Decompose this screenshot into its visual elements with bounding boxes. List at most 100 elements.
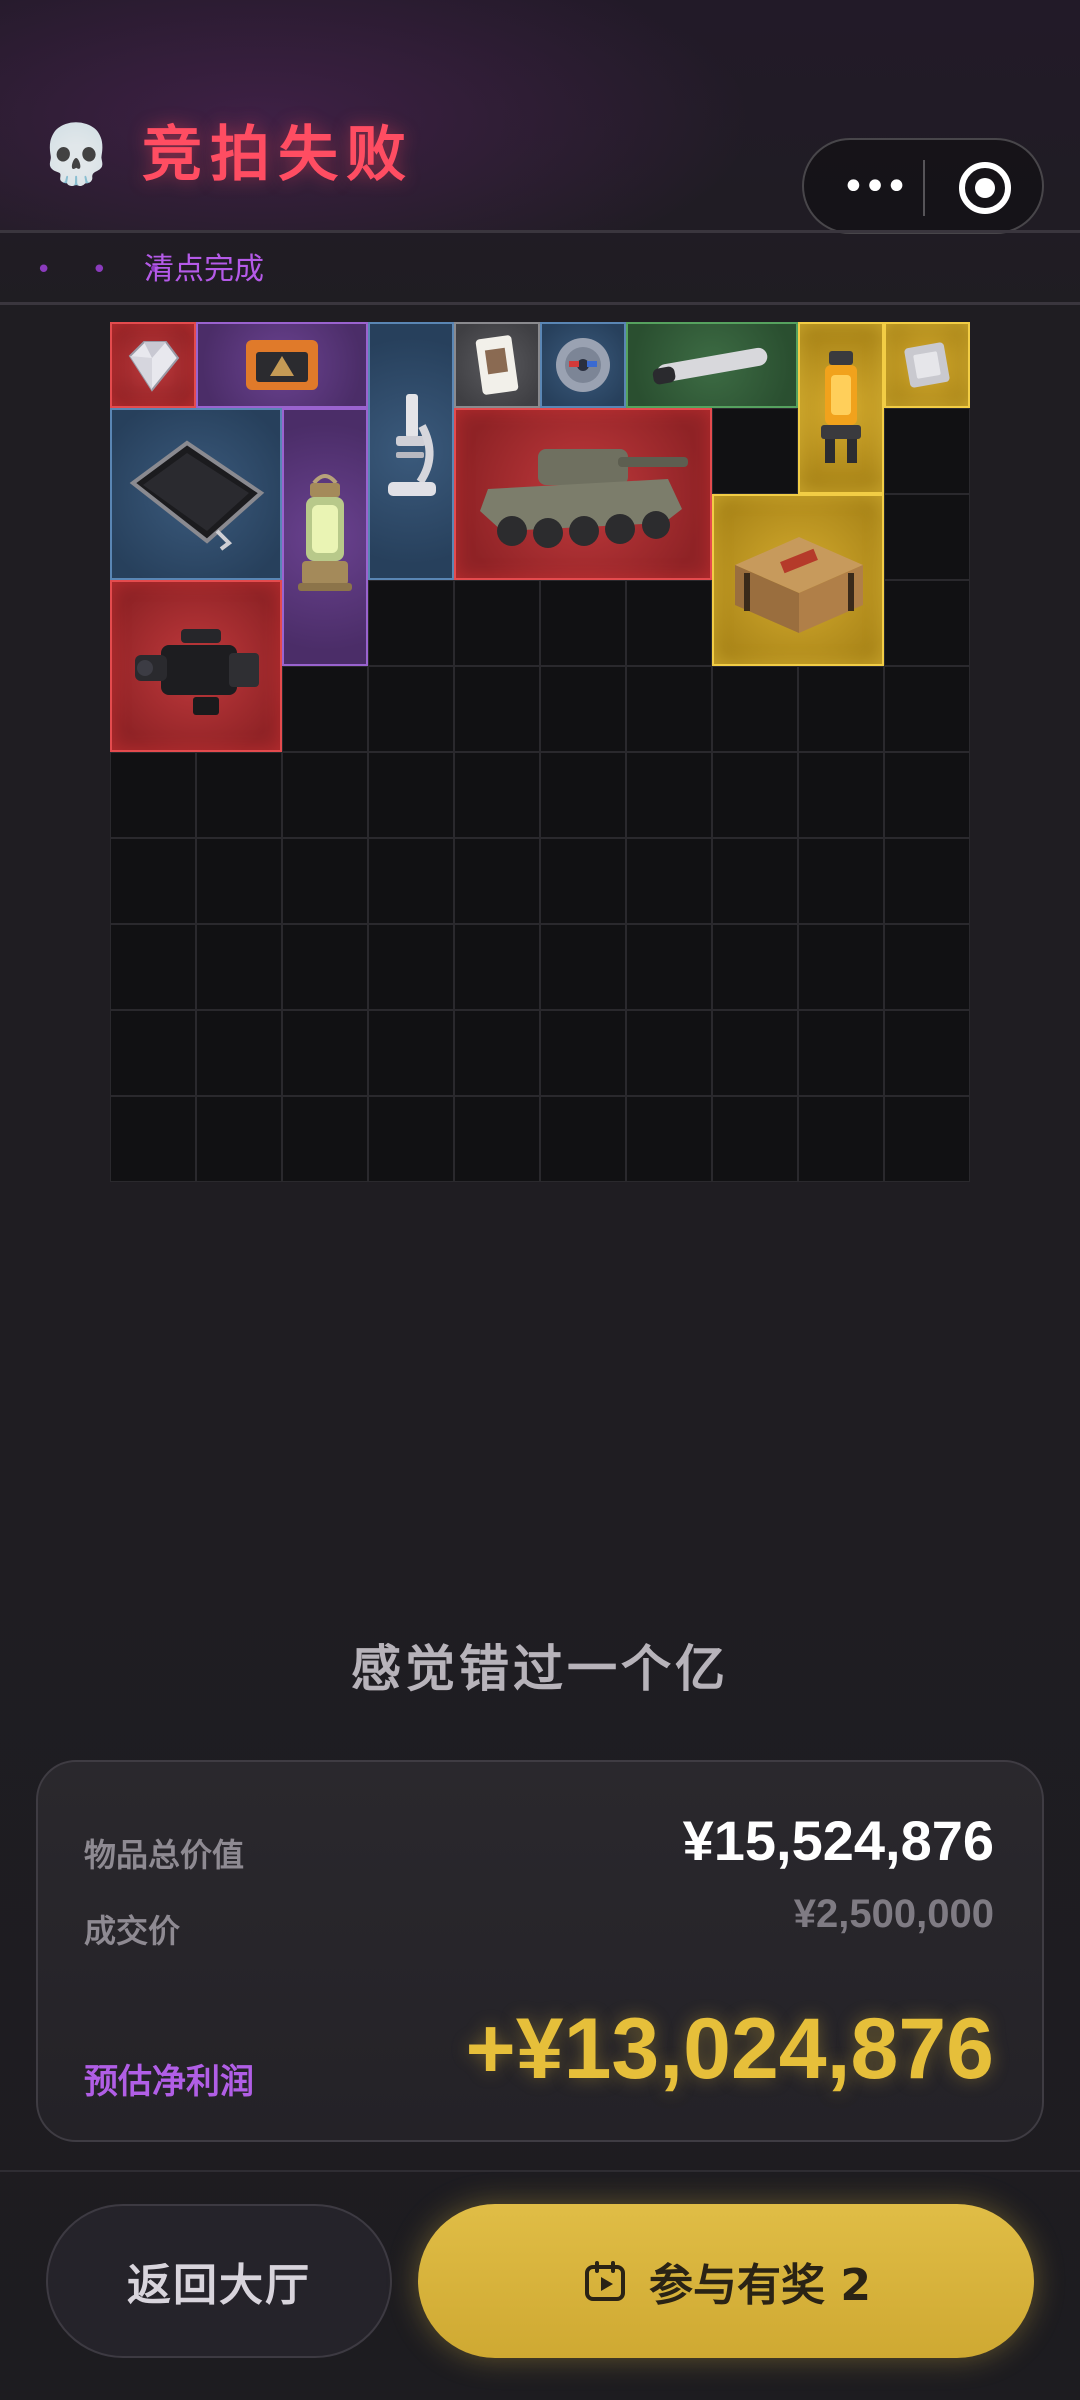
armored-vehicle-icon [480,449,688,548]
tube-icon [652,347,768,385]
grid-cell [712,924,798,1010]
grid-cell [110,924,196,1010]
grid-cell [798,1096,884,1182]
deal-price-value: ¥2,500,000 [793,1892,994,1936]
item-microscope[interactable] [368,322,454,580]
total-value: ¥15,524,876 [682,1809,994,1872]
grid-cell [626,580,712,666]
grid-cell [884,494,970,580]
slogan-text: 感觉错过一个亿 [351,1640,729,1698]
grid-cell [368,666,454,752]
supply-crate-icon [735,537,863,633]
grid-cell [110,838,196,924]
grid-cell [712,838,798,924]
item-tablet-device[interactable] [196,322,368,408]
grid-cell [282,838,368,924]
grid-cell [712,666,798,752]
grid-cell [540,1010,626,1096]
grid-cell [626,924,712,1010]
grid-cell [282,1010,368,1096]
grid-cell [454,666,540,752]
grid-cell [712,1010,798,1096]
item-armored-vehicle[interactable] [454,408,712,580]
grid-cell [540,924,626,1010]
grid-cell [368,752,454,838]
grid-cell [368,838,454,924]
status-bar: • • • 清点完成 [0,236,1080,302]
video-camera-icon [135,629,259,715]
grid-cell [798,666,884,752]
grid-cell [712,408,798,494]
grid-cell [454,924,540,1010]
item-diamond[interactable] [110,322,196,408]
item-compact-disc[interactable] [540,322,626,408]
item-supply-crate[interactable] [712,494,884,666]
more-dots-icon[interactable]: ••• [834,162,914,212]
grid-cell [540,666,626,752]
grid-cell [798,752,884,838]
status-divider [0,302,1080,305]
laptop-screen-icon [129,440,265,551]
header-divider [0,230,1080,233]
inventory-grid [110,322,970,1182]
grid-cell [798,838,884,924]
grid-cell [626,666,712,752]
grid-cell [626,1010,712,1096]
grid-cell [196,752,282,838]
auction-result-screen: 💀 竞拍失败 ••• • • • 清点完成 感觉错过一个亿 物品总价值 ¥15,… [0,0,1080,2400]
grid-cell [626,752,712,838]
grid-cell [454,838,540,924]
target-icon[interactable] [959,162,1011,214]
grid-cell [884,1096,970,1182]
grid-cell [368,924,454,1010]
grid-cell [196,1010,282,1096]
grid-cell [626,838,712,924]
cpu-chip-icon [904,342,950,388]
back-to-lobby-button[interactable]: 返回大厅 [46,2204,392,2358]
grid-cell [884,1010,970,1096]
grid-cell [540,580,626,666]
item-laptop-screen[interactable] [110,408,282,580]
item-cpu-chip[interactable] [884,322,970,408]
estimated-profit-value: +¥13,024,876 [465,2001,994,2097]
estimated-profit-label: 预估净利润 [84,2062,254,2102]
grid-cell [110,1010,196,1096]
grid-cell [884,838,970,924]
grid-cell [712,1096,798,1182]
grid-cell [884,666,970,752]
summary-card: 物品总价值 ¥15,524,876 成交价 ¥2,500,000 预估净利润 +… [36,1760,1044,2142]
header: 💀 竞拍失败 ••• [0,0,1080,234]
grid-cell [454,1010,540,1096]
fluid-canister-icon [821,351,861,463]
grid-cell [626,1096,712,1182]
grid-cell [196,1096,282,1182]
total-value-label: 物品总价值 [84,1836,245,1874]
lantern-icon [298,474,352,591]
deal-price-label: 成交价 [84,1912,181,1950]
compact-disc-icon [556,338,610,392]
grid-cell [110,1096,196,1182]
grid-cell [712,752,798,838]
join-reward-button[interactable]: 参与有奖 2 [418,2204,1034,2358]
mini-program-capsule: ••• [802,138,1044,234]
grid-cell [540,838,626,924]
status-text: 清点完成 [144,252,264,287]
grid-cell [282,924,368,1010]
grid-cell [368,1096,454,1182]
grid-cell [368,1010,454,1096]
grid-cell [368,580,454,666]
grid-cell [884,580,970,666]
grid-cell [798,1010,884,1096]
join-reward-label: 参与有奖 2 [649,2260,871,2311]
grid-cell [282,666,368,752]
item-playing-card[interactable] [454,322,540,408]
grid-cell [454,752,540,838]
item-fluid-canister[interactable] [798,322,884,494]
grid-cell [282,752,368,838]
grid-cell [196,924,282,1010]
item-tube[interactable] [626,322,798,408]
item-video-camera[interactable] [110,580,282,752]
item-lantern[interactable] [282,408,368,666]
capsule-separator [923,160,925,216]
grid-cell [110,752,196,838]
